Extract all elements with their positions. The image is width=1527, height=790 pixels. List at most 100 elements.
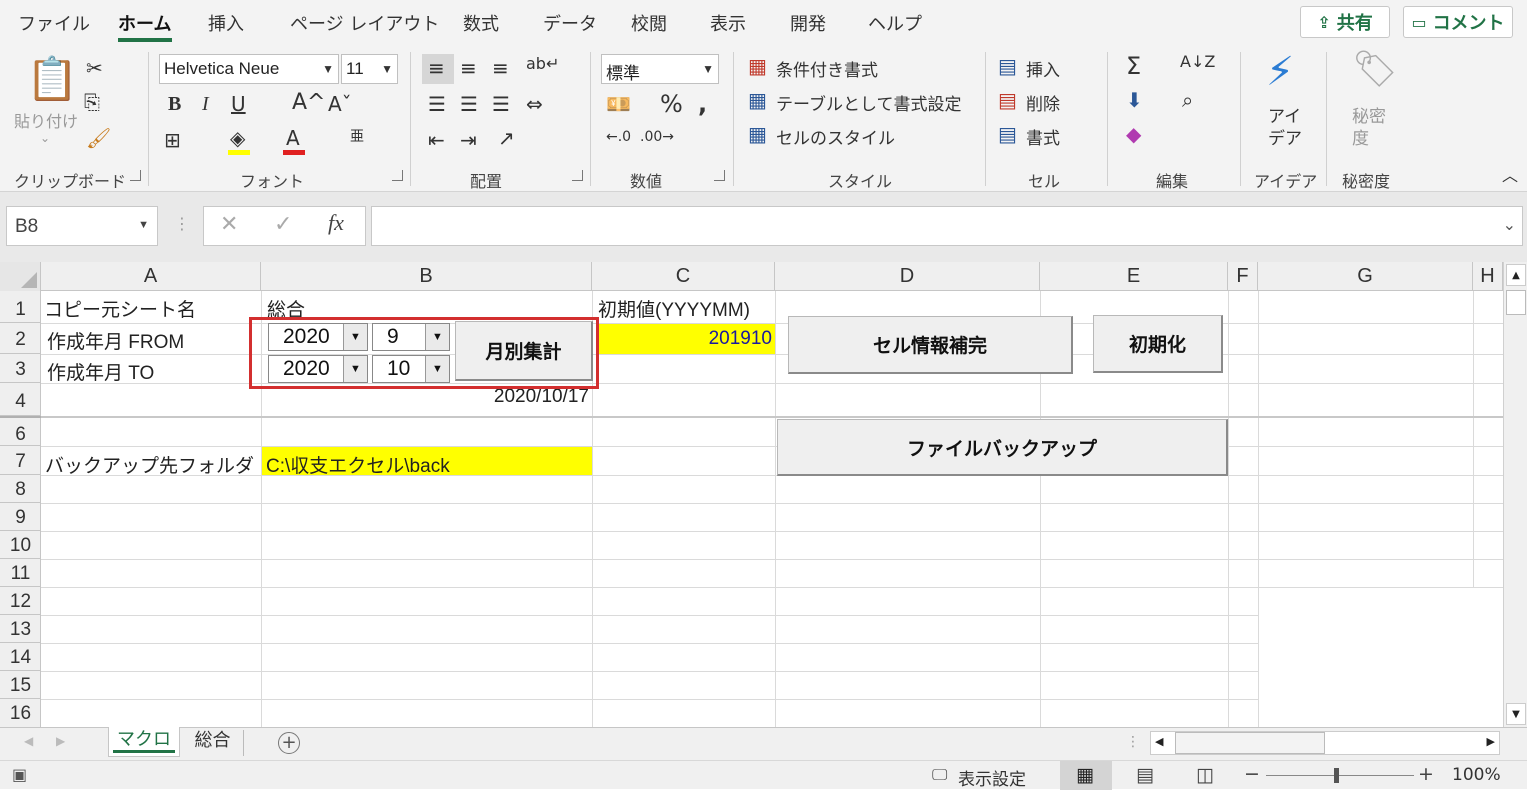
- display-settings-icon[interactable]: 🖵: [932, 765, 947, 785]
- font-name-select[interactable]: Helvetica Neue ▼: [159, 54, 339, 84]
- menu-file[interactable]: ファイル: [18, 10, 90, 36]
- row-header-11[interactable]: 11: [0, 559, 41, 587]
- zoom-out-icon[interactable]: −: [1244, 763, 1260, 785]
- underline-icon[interactable]: U: [231, 94, 246, 114]
- menu-page-layout[interactable]: ページ レイアウト: [290, 10, 439, 36]
- column-header-c[interactable]: C: [592, 262, 775, 291]
- insert-function-icon[interactable]: fx: [328, 212, 344, 234]
- row-header-3[interactable]: 3: [0, 354, 41, 383]
- cell-b4[interactable]: 2020/10/17: [494, 386, 589, 408]
- number-format-select[interactable]: 標準 ▼: [601, 54, 719, 84]
- sensitivity-icon[interactable]: 🏷: [1352, 52, 1398, 88]
- column-header-h[interactable]: H: [1473, 262, 1503, 291]
- expand-formula-icon[interactable]: ⌄: [1503, 215, 1516, 234]
- file-backup-button[interactable]: ファイルバックアップ: [777, 419, 1228, 476]
- collapse-ribbon-icon[interactable]: ︿: [1502, 168, 1518, 184]
- initialize-button[interactable]: 初期化: [1093, 315, 1223, 373]
- cell-c1[interactable]: 初期値(YYYYMM): [598, 295, 750, 322]
- cell-c2[interactable]: 201910: [709, 328, 772, 350]
- cell-styles-icon[interactable]: ▦: [748, 124, 767, 144]
- sort-filter-icon[interactable]: A↓Z: [1180, 54, 1215, 70]
- orientation-icon[interactable]: ↗: [498, 128, 515, 148]
- format-cells-button[interactable]: 書式: [1026, 124, 1060, 149]
- menu-view[interactable]: 表示: [710, 10, 746, 36]
- scroll-up-icon[interactable]: ▲: [1506, 264, 1526, 286]
- conditional-format-button[interactable]: 条件付き書式: [776, 56, 878, 81]
- autosum-icon[interactable]: Σ: [1126, 54, 1141, 78]
- column-header-e[interactable]: E: [1040, 262, 1228, 291]
- scroll-left-icon[interactable]: ◀: [1155, 735, 1163, 748]
- row-header-7[interactable]: 7: [0, 446, 41, 475]
- column-header-d[interactable]: D: [775, 262, 1040, 291]
- conditional-format-icon[interactable]: ▦: [748, 56, 767, 76]
- tab-summary[interactable]: 総合: [182, 730, 244, 756]
- comma-icon[interactable]: ,: [698, 92, 707, 116]
- font-dialog-icon[interactable]: [392, 170, 403, 181]
- share-button[interactable]: ⇪ 共有: [1300, 6, 1390, 38]
- wrap-text-icon[interactable]: ab↵: [526, 56, 559, 72]
- row-header-9[interactable]: 9: [0, 503, 41, 531]
- font-size-select[interactable]: 11 ▼: [341, 54, 398, 84]
- ideas-icon[interactable]: ⚡: [1266, 52, 1294, 92]
- align-middle-icon[interactable]: ≡: [460, 58, 477, 78]
- delete-cells-icon[interactable]: ▤: [998, 90, 1017, 110]
- display-settings-label[interactable]: 表示設定: [958, 765, 1026, 790]
- cell-a1[interactable]: コピー元シート名: [44, 295, 196, 322]
- row-header-4[interactable]: 4: [0, 383, 41, 416]
- delete-cells-button[interactable]: 削除: [1026, 90, 1060, 115]
- tab-scroll-right-icon[interactable]: ▶: [56, 734, 65, 748]
- alignment-dialog-icon[interactable]: [572, 170, 583, 181]
- row-header-8[interactable]: 8: [0, 475, 41, 503]
- zoom-slider-thumb[interactable]: [1334, 768, 1339, 783]
- menu-help[interactable]: ヘルプ: [868, 10, 922, 36]
- cut-icon[interactable]: ✂: [86, 58, 103, 78]
- cell-a3[interactable]: 作成年月 TO: [47, 358, 154, 385]
- scroll-thumb[interactable]: [1506, 290, 1526, 315]
- name-box[interactable]: B8 ▼: [6, 206, 158, 246]
- align-left-icon[interactable]: ☰: [428, 94, 446, 114]
- merge-center-icon[interactable]: ⇔: [526, 94, 543, 114]
- enter-icon[interactable]: ✓: [274, 214, 292, 236]
- row-header-13[interactable]: 13: [0, 615, 41, 643]
- insert-cells-icon[interactable]: ▤: [998, 56, 1017, 76]
- format-as-table-icon[interactable]: ▦: [748, 90, 767, 110]
- page-layout-view-icon[interactable]: ▤: [1136, 764, 1154, 786]
- cell-b7[interactable]: C:\収支エクセル\back: [266, 451, 450, 478]
- row-header-2[interactable]: 2: [0, 323, 41, 354]
- format-cells-icon[interactable]: ▤: [998, 124, 1017, 144]
- copy-icon[interactable]: ⎘: [84, 92, 100, 112]
- macro-record-icon[interactable]: ▣: [12, 765, 27, 784]
- normal-view-button[interactable]: ▦: [1060, 761, 1112, 790]
- column-header-b[interactable]: B: [261, 262, 592, 291]
- column-header-a[interactable]: A: [41, 262, 261, 291]
- font-color-icon[interactable]: A: [286, 128, 300, 148]
- select-all-corner[interactable]: [0, 262, 41, 291]
- scroll-right-icon[interactable]: ▶: [1487, 735, 1495, 748]
- cell-info-complete-button[interactable]: セル情報補完: [788, 316, 1073, 374]
- tab-macro[interactable]: マクロ: [108, 727, 180, 757]
- splitter-icon[interactable]: ⋮: [1126, 734, 1140, 750]
- accounting-format-icon[interactable]: 💴: [606, 94, 631, 114]
- insert-cells-button[interactable]: 挿入: [1026, 56, 1060, 81]
- fill-icon[interactable]: ⬇: [1126, 90, 1143, 110]
- tab-scroll-left-icon[interactable]: ◀: [24, 734, 33, 748]
- align-bottom-icon[interactable]: ≡: [492, 58, 509, 78]
- row-header-12[interactable]: 12: [0, 587, 41, 615]
- clear-icon[interactable]: ◆: [1126, 124, 1141, 144]
- align-right-icon[interactable]: ☰: [492, 94, 510, 114]
- align-center-icon[interactable]: ☰: [460, 94, 478, 114]
- cell-grid[interactable]: コピー元シート名 総合 初期値(YYYYMM) 作成年月 FROM 作成年月 T…: [41, 291, 1503, 727]
- borders-icon[interactable]: ⊞: [164, 130, 181, 150]
- increase-font-icon[interactable]: A^: [292, 92, 325, 114]
- increase-decimal-icon[interactable]: ←.0: [606, 130, 631, 144]
- fill-color-icon[interactable]: ◈: [230, 128, 245, 148]
- number-dialog-icon[interactable]: [714, 170, 725, 181]
- decrease-decimal-icon[interactable]: .00→: [640, 130, 674, 144]
- column-header-g[interactable]: G: [1258, 262, 1473, 291]
- menu-home[interactable]: ホーム: [118, 10, 171, 36]
- zoom-level[interactable]: 100%: [1452, 765, 1501, 785]
- add-sheet-icon[interactable]: +: [278, 732, 300, 754]
- decrease-font-icon[interactable]: Aˇ: [328, 94, 352, 114]
- percent-icon[interactable]: %: [660, 92, 683, 116]
- clipboard-dialog-icon[interactable]: [130, 170, 141, 181]
